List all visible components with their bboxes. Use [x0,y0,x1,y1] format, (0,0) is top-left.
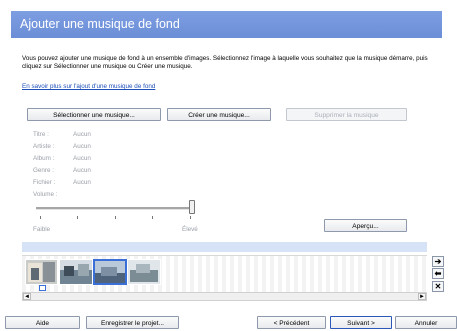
next-button[interactable]: Suivant > [330,316,392,329]
artist-value: Aucun [73,143,91,150]
volume-slider-track[interactable] [36,207,193,210]
filmstrip-scrollbar[interactable]: ◄ ► [22,292,427,301]
learn-more-link[interactable]: En savoir plus sur l'ajout d'une musique… [22,83,155,90]
photo-3-icon [95,261,125,283]
volume-tick [40,216,41,219]
volume-tick [190,216,191,219]
arrow-left-icon[interactable]: ⬅ [432,268,444,279]
photo-1-icon [26,260,57,284]
filmstrip-thumbnail-selected[interactable] [93,259,127,285]
volume-slider-thumb[interactable] [189,200,195,214]
page-header: Ajouter une musique de fond [11,11,442,38]
volume-tick [115,216,116,219]
preview-button[interactable]: Aperçu... [324,219,407,232]
album-value: Aucun [73,155,91,162]
photo-2-icon [60,260,92,284]
filmstrip-thumbnail[interactable] [59,259,93,285]
arrow-right-icon[interactable]: ➔ [432,256,444,267]
previous-button[interactable]: < Précédent [257,316,326,329]
genre-value: Aucun [73,167,91,174]
volume-high-label: Élevé [182,226,198,233]
save-project-button[interactable]: Enregistrer le projet... [86,316,179,329]
help-button[interactable]: Aide [5,316,80,329]
filmstrip-thumbnail[interactable] [25,259,58,285]
create-music-button[interactable]: Créer une musique... [167,108,271,121]
page-title: Ajouter une musique de fond [20,17,180,31]
file-value: Aucun [73,179,91,186]
cancel-button[interactable]: Annuler [395,316,457,329]
title-value: Aucun [73,131,91,138]
volume-tick [152,216,153,219]
volume-low-label: Faible [33,226,51,233]
close-icon[interactable]: ✕ [432,281,444,292]
select-music-button[interactable]: Sélectionner une musique... [27,108,161,121]
volume-label: Volume : [33,191,58,198]
filmstrip-thumbnail[interactable] [127,259,161,285]
album-label: Album : [33,155,55,162]
artist-label: Artiste : [33,143,55,150]
intro-text: Vous pouvez ajouter une musique de fond … [22,55,428,70]
remove-music-button[interactable]: Supprimer la musique [286,108,407,121]
volume-tick [77,216,78,219]
title-label: Titre : [33,131,49,138]
scroll-left-icon[interactable]: ◄ [23,293,31,300]
filmstrip-header-bar [22,242,427,252]
scroll-right-icon[interactable]: ► [418,293,426,300]
file-label: Fichier : [33,179,56,186]
photo-4-icon [128,260,160,284]
music-note-icon [39,285,46,291]
genre-label: Genre : [33,167,54,174]
